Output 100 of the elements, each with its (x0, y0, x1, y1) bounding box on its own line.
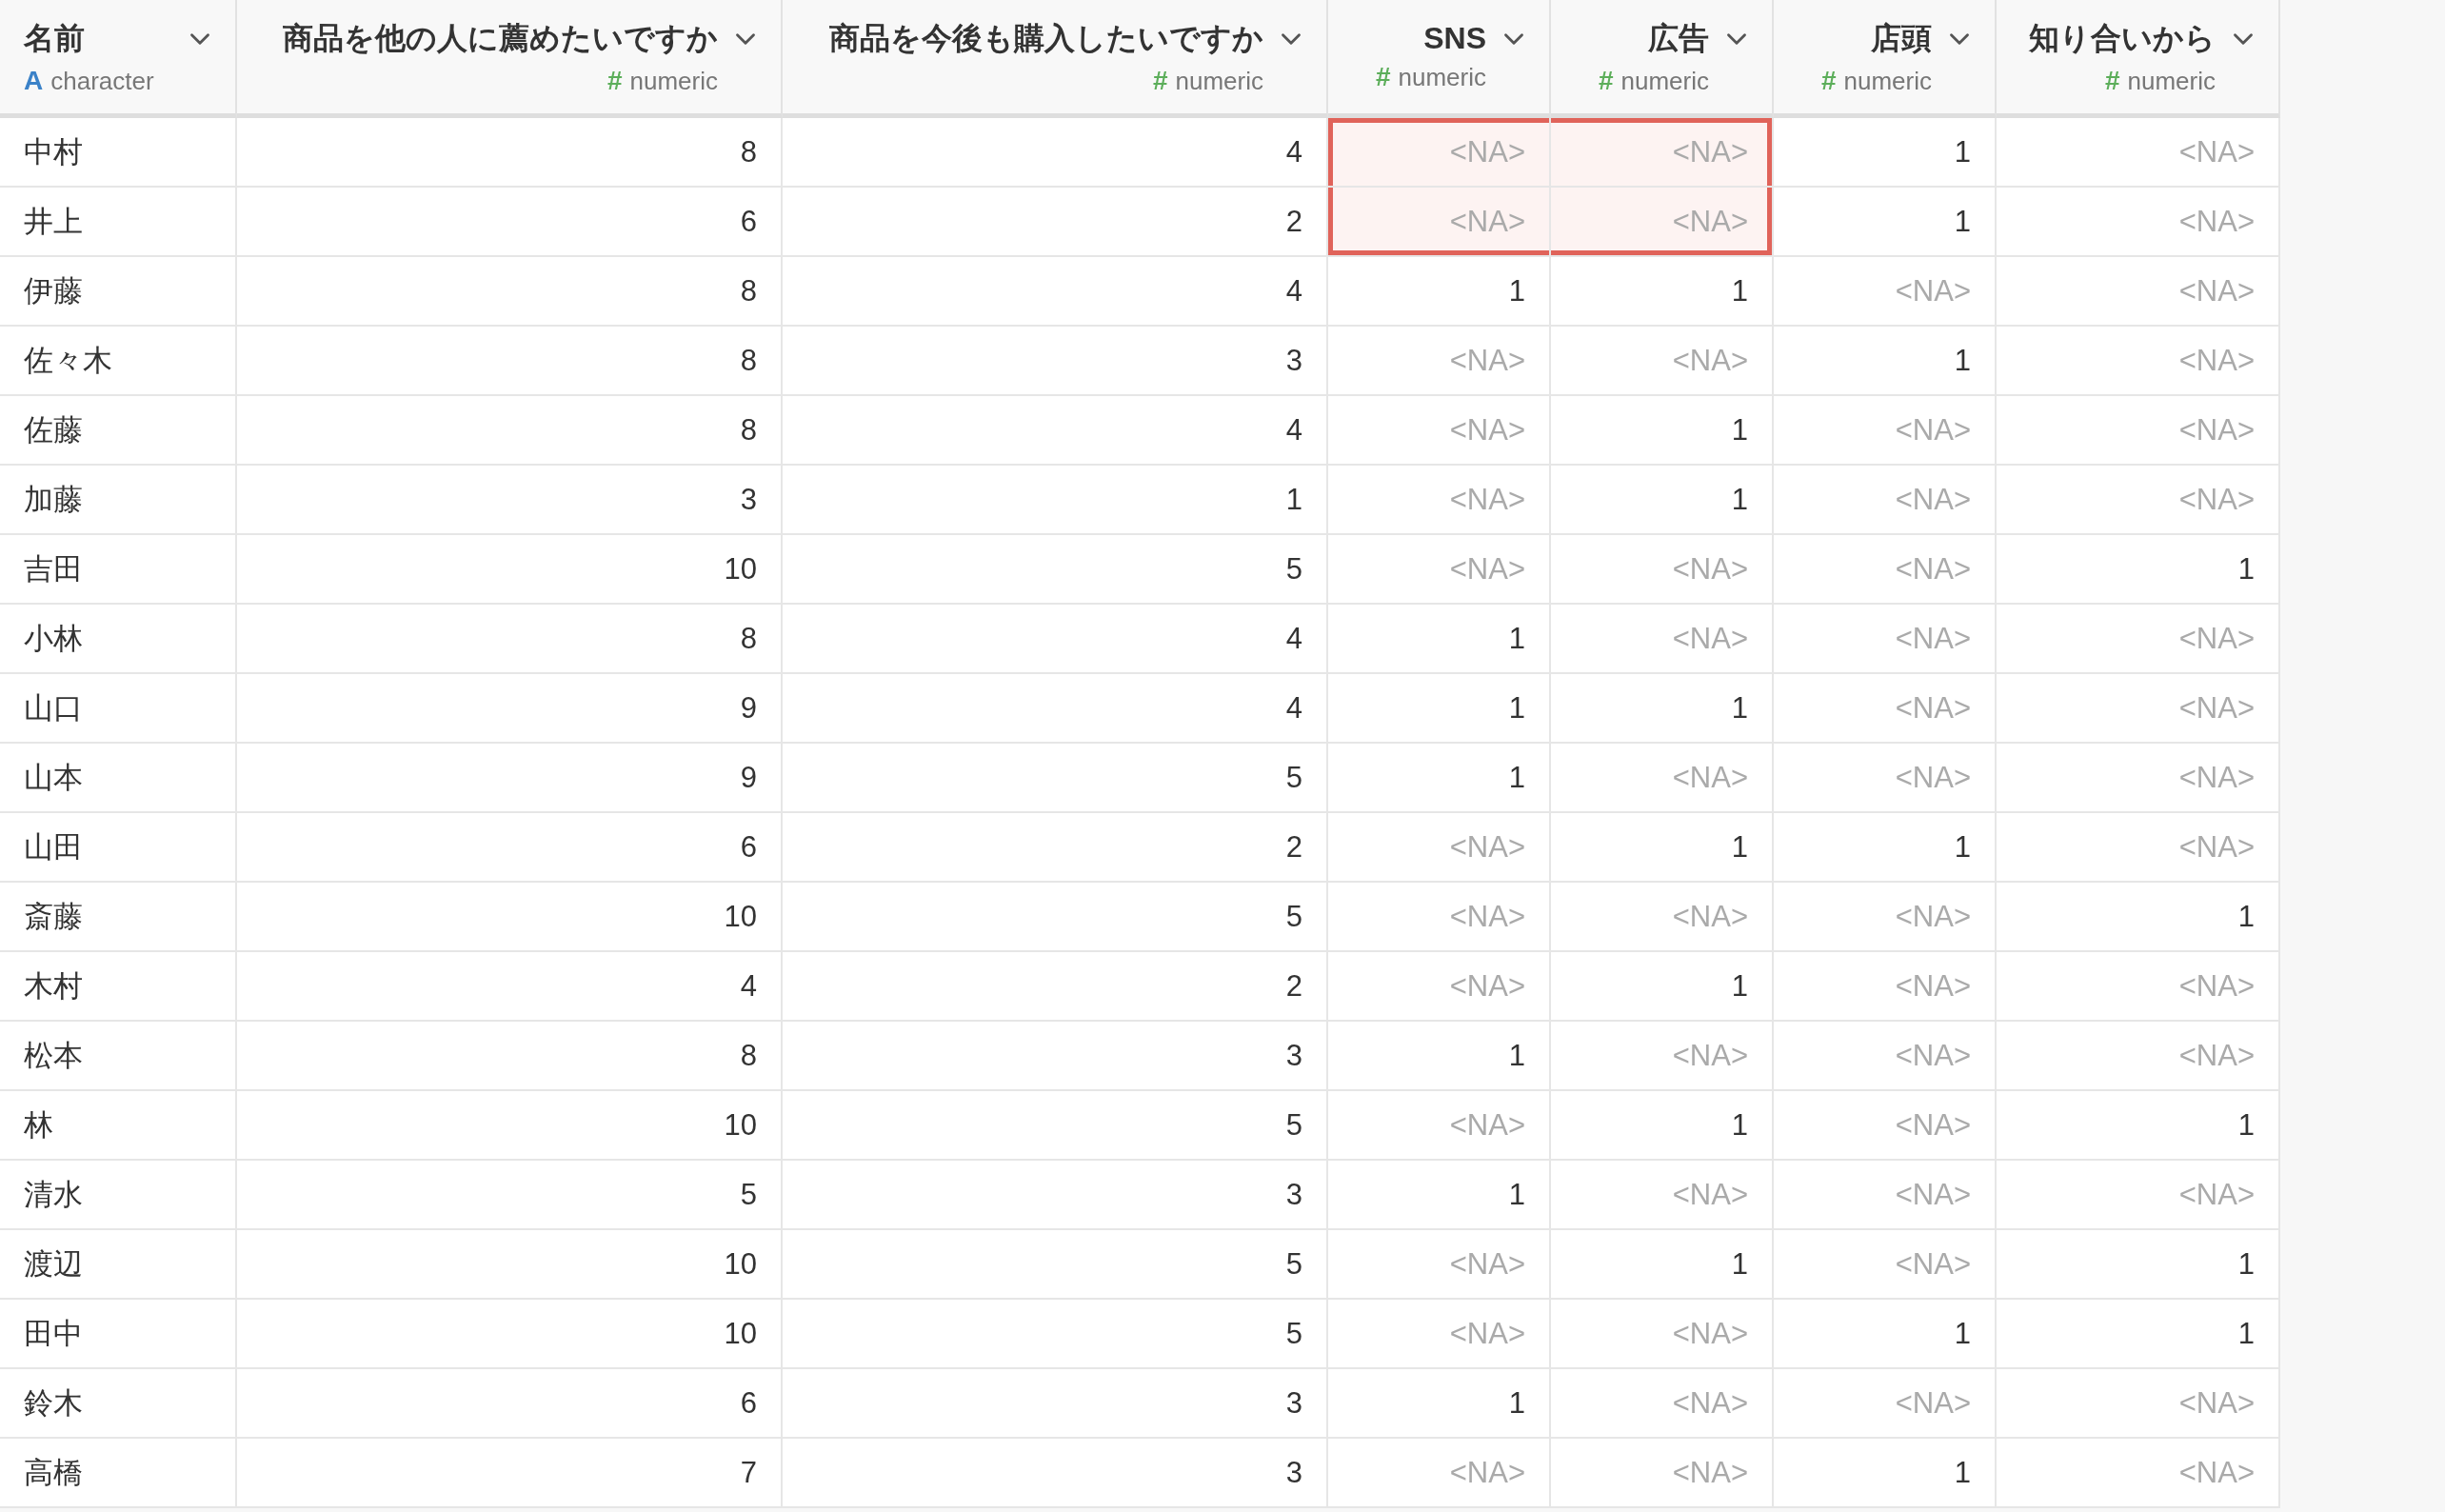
table-cell: 1 (1774, 188, 1997, 257)
table-cell: 1 (1551, 952, 1774, 1022)
table-cell: 10 (237, 1300, 783, 1369)
table-cell: 9 (237, 674, 783, 744)
column-header[interactable]: 商品を今後も購入したいですか # numeric (783, 0, 1328, 118)
table-cell: <NA> (1997, 744, 2280, 813)
table-cell: 1 (1328, 257, 1551, 327)
column-type: numeric (1175, 66, 1263, 96)
table-cell: 1 (783, 466, 1328, 535)
column-header[interactable]: 店頭 # numeric (1774, 0, 1997, 118)
table-cell: 山田 (0, 813, 237, 883)
table-cell: <NA> (1774, 535, 1997, 605)
column-type: character (50, 66, 154, 96)
column-type: numeric (1620, 66, 1709, 96)
table-cell: <NA> (1328, 466, 1551, 535)
table-cell: 4 (783, 118, 1328, 188)
column-header[interactable]: 商品を他の人に薦めたいですか # numeric (237, 0, 783, 118)
table-cell: 6 (237, 188, 783, 257)
table-cell: 1 (1774, 813, 1997, 883)
table-cell: <NA> (1774, 1161, 1997, 1230)
table-cell: 5 (783, 535, 1328, 605)
table-cell: 高橋 (0, 1439, 237, 1508)
table-cell: <NA> (1551, 1161, 1774, 1230)
table-cell: 3 (783, 327, 1328, 396)
type-icon: # (1375, 62, 1391, 92)
table-cell: 8 (237, 605, 783, 674)
table-cell: <NA> (1997, 118, 2280, 188)
table-cell: <NA> (1551, 1300, 1774, 1369)
table-cell: <NA> (1997, 1369, 2280, 1439)
table-cell: <NA> (1328, 118, 1551, 188)
table-cell: 10 (237, 883, 783, 952)
column-type: numeric (1843, 66, 1932, 96)
column-title: 商品を今後も購入したいですか (829, 19, 1263, 57)
table-cell: 5 (237, 1161, 783, 1230)
table-cell: 7 (237, 1439, 783, 1508)
table-cell: 4 (783, 674, 1328, 744)
table-cell: 4 (237, 952, 783, 1022)
table-cell: 1 (1328, 1369, 1551, 1439)
column-type: numeric (629, 66, 718, 96)
type-icon: # (606, 65, 623, 96)
table-cell: 加藤 (0, 466, 237, 535)
table-cell: <NA> (1997, 674, 2280, 744)
type-icon: # (1820, 65, 1837, 96)
table-cell: 9 (237, 744, 783, 813)
table-cell: 1 (1328, 744, 1551, 813)
table-cell: <NA> (1774, 674, 1997, 744)
column-header[interactable]: SNS # numeric (1328, 0, 1551, 118)
table-cell: <NA> (1997, 952, 2280, 1022)
table-cell: 1 (1774, 118, 1997, 188)
table-cell: 1 (1551, 466, 1774, 535)
table-cell: <NA> (1774, 466, 1997, 535)
table-cell: 小林 (0, 605, 237, 674)
table-cell: 伊藤 (0, 257, 237, 327)
table-cell: <NA> (1997, 327, 2280, 396)
table-cell: <NA> (1997, 257, 2280, 327)
table-cell: 佐藤 (0, 396, 237, 466)
table-cell: <NA> (1328, 1091, 1551, 1161)
table-cell: <NA> (1997, 1439, 2280, 1508)
table-cell: <NA> (1774, 396, 1997, 466)
column-title: 商品を他の人に薦めたいですか (283, 19, 718, 57)
table-cell: 8 (237, 257, 783, 327)
table-cell: 1 (1997, 883, 2280, 952)
table-cell: <NA> (1997, 1022, 2280, 1091)
table-cell: 吉田 (0, 535, 237, 605)
column-title: 知り合いから (2029, 19, 2216, 57)
table-cell: 鈴木 (0, 1369, 237, 1439)
table-cell: <NA> (1551, 605, 1774, 674)
table-cell: 2 (783, 188, 1328, 257)
table-cell: <NA> (1328, 813, 1551, 883)
table-cell: <NA> (1328, 535, 1551, 605)
column-title: SNS (1423, 21, 1486, 56)
table-cell: 中村 (0, 118, 237, 188)
table-cell: 1 (1328, 1161, 1551, 1230)
table-cell: 6 (237, 813, 783, 883)
table-cell: <NA> (1774, 1091, 1997, 1161)
column-header[interactable]: 広告 # numeric (1551, 0, 1774, 118)
table-cell: 8 (237, 327, 783, 396)
table-cell: 8 (237, 118, 783, 188)
table-cell: <NA> (1551, 118, 1774, 188)
table-cell: <NA> (1997, 466, 2280, 535)
table-cell: <NA> (1774, 744, 1997, 813)
table-cell: <NA> (1328, 1230, 1551, 1300)
table-cell: 山口 (0, 674, 237, 744)
table-cell: 山本 (0, 744, 237, 813)
table-cell: 1 (1997, 535, 2280, 605)
column-type: numeric (1398, 63, 1486, 92)
type-icon: # (1598, 65, 1614, 96)
table-cell: 6 (237, 1369, 783, 1439)
table-cell: 2 (783, 952, 1328, 1022)
table-cell: <NA> (1997, 396, 2280, 466)
table-cell: <NA> (1997, 605, 2280, 674)
table-cell: 1 (1328, 605, 1551, 674)
table-cell: <NA> (1774, 605, 1997, 674)
table-cell: <NA> (1551, 883, 1774, 952)
column-title: 名前 (24, 19, 85, 57)
column-header[interactable]: 名前 A character (0, 0, 237, 118)
table-cell: 3 (783, 1439, 1328, 1508)
table-cell: 5 (783, 1300, 1328, 1369)
table-cell: <NA> (1551, 1022, 1774, 1091)
column-header[interactable]: 知り合いから # numeric (1997, 0, 2280, 118)
